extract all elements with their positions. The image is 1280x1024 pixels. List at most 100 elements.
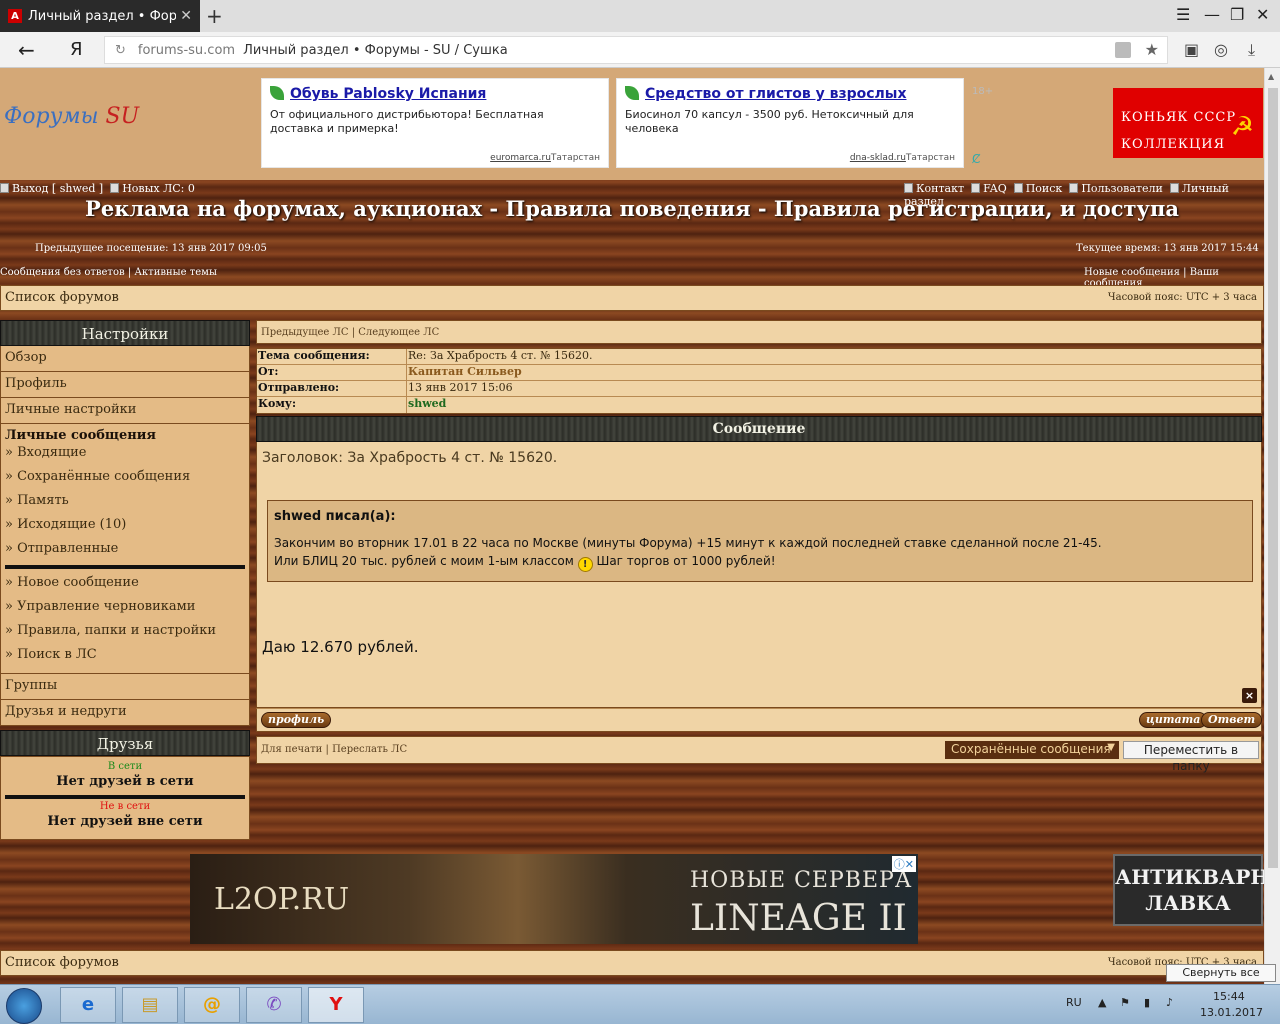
new-pm-link[interactable]: Новых ЛС: 0	[122, 182, 195, 195]
site-title[interactable]: Реклама на форумах, аукционах - Правила …	[0, 196, 1264, 221]
reply-button[interactable]: Ответ	[1201, 712, 1263, 728]
sidebar-item-profile[interactable]: Профиль	[0, 372, 250, 398]
language-indicator[interactable]: RU	[1066, 996, 1082, 1009]
yandex-browser-icon[interactable]: Y	[308, 987, 364, 1023]
menu-icon[interactable]: ☰	[1176, 5, 1190, 24]
print-link[interactable]: Для печати	[261, 744, 322, 755]
meta-date-value: 13 янв 2017 15:06	[408, 381, 513, 394]
divider	[5, 565, 245, 569]
quote-button[interactable]: цитата	[1139, 712, 1208, 728]
start-button[interactable]	[6, 988, 42, 1024]
clock-date[interactable]: 13.01.2017	[1200, 1006, 1263, 1019]
browser-tab[interactable]: A Личный раздел • Форумы ✕	[0, 0, 200, 32]
forum-list-link[interactable]: Список форумов	[5, 955, 119, 970]
pm-section: Личные сообщения » Входящие » Сохранённы…	[0, 424, 250, 674]
banner-logo: L2OP.RU	[214, 882, 350, 917]
network-icon[interactable]: ▮	[1144, 996, 1150, 1009]
minimize-icon[interactable]: —	[1204, 5, 1220, 24]
ad-source[interactable]: euromarca.ruТатарстан	[490, 153, 600, 163]
ad-close-icon[interactable]: ⓘ✕	[891, 856, 916, 872]
action-center-icon[interactable]: ⚑	[1120, 996, 1130, 1009]
separator: |	[351, 327, 356, 338]
sidebar-item-inbox[interactable]: » Входящие	[5, 443, 245, 467]
ad-block-2[interactable]: Средство от глистов у взрослых Биосинол …	[616, 78, 964, 168]
sidebar-item-memory[interactable]: » Память	[5, 491, 245, 515]
cognac-banner[interactable]: КОНЬЯК СССР КОЛЛЕКЦИЯ ☭	[1113, 88, 1263, 158]
url-field[interactable]: ↻ forums-su.com Личный раздел • Форумы -…	[104, 36, 1168, 64]
chevron-down-icon: ▼	[1107, 742, 1115, 753]
site-logo[interactable]: Форумы SU	[4, 104, 139, 129]
logout-icon	[0, 183, 9, 193]
restore-icon[interactable]: ❐	[1230, 5, 1244, 24]
quote-line-2: Или БЛИЦ 20 тыс. рублей с моим 1-ым клас…	[274, 554, 1246, 572]
forward-link[interactable]: Переслать ЛС	[332, 744, 407, 755]
bookmark-star-icon[interactable]: ★	[1145, 40, 1159, 59]
tray-expand-icon[interactable]: ▲	[1098, 996, 1106, 1009]
unanswered-link[interactable]: Сообщения без ответов	[0, 267, 125, 278]
sidebar-item-sent[interactable]: » Отправленные	[5, 539, 245, 563]
sidebar-item-pm-search[interactable]: » Поиск в ЛС	[5, 645, 245, 669]
ad-block-1[interactable]: Обувь Pablosky Испания От официального д…	[261, 78, 609, 168]
recipient-link[interactable]: shwed	[407, 397, 446, 413]
scrollbar[interactable]: ▲ ▼	[1264, 68, 1280, 984]
users-link[interactable]: Пользователи	[1081, 182, 1162, 195]
sidebar-item-outbox[interactable]: » Исходящие (10)	[5, 515, 245, 539]
move-to-folder-button[interactable]: Переместить в папку	[1123, 741, 1259, 773]
ie-icon[interactable]: e	[60, 987, 116, 1023]
sidebar-item-rules[interactable]: » Правила, папки и настройки	[5, 621, 245, 645]
active-topics-link[interactable]: Активные темы	[134, 267, 217, 278]
leaf-icon	[625, 86, 639, 100]
sidebar-item-drafts[interactable]: » Управление черновиками	[5, 597, 245, 621]
lock-icon[interactable]	[1115, 42, 1131, 58]
volume-icon[interactable]: ♪	[1166, 996, 1173, 1009]
antique-shop-banner[interactable]: АНТИКВАРНАЯ ЛАВКА	[1113, 854, 1264, 926]
explorer-folder-icon[interactable]: ▤	[122, 987, 178, 1023]
yandex-home-button[interactable]: Я	[70, 39, 83, 60]
sidebar-item-settings[interactable]: Личные настройки	[0, 398, 250, 424]
forum-list-link[interactable]: Список форумов	[5, 290, 119, 305]
faq-link[interactable]: FAQ	[983, 182, 1007, 195]
ad-source[interactable]: dna-sklad.ruТатарстан	[850, 153, 955, 163]
folder-select[interactable]: Сохранённые сообщения ▼	[945, 741, 1119, 759]
clock-time[interactable]: 15:44	[1213, 990, 1245, 1003]
search-link[interactable]: Поиск	[1026, 182, 1063, 195]
ad-title[interactable]: Средство от глистов у взрослых	[645, 86, 907, 102]
scroll-thumb[interactable]	[1268, 88, 1278, 868]
sidebar-item-overview[interactable]: Обзор	[0, 346, 250, 372]
close-window-icon[interactable]: ✕	[1256, 5, 1269, 24]
delete-icon[interactable]: ×	[1242, 688, 1257, 703]
user-links: Выход [ shwed ] Новых ЛС: 0	[0, 182, 195, 195]
next-pm-link[interactable]: Следующее ЛС	[358, 327, 439, 338]
prev-pm-link[interactable]: Предыдущее ЛС	[261, 327, 349, 338]
download-icon[interactable]: ⤓	[1248, 40, 1255, 60]
scroll-up-icon[interactable]: ▲	[1268, 72, 1274, 81]
ad-info-icon[interactable]: Ȼ	[972, 152, 980, 166]
message-subject: Заголовок: За Храбрость 4 ст. № 15620.	[262, 450, 558, 466]
screenshot-icon[interactable]: ▣	[1184, 40, 1199, 59]
mail-agent-icon[interactable]: @	[184, 987, 240, 1023]
users-icon	[1069, 183, 1079, 193]
separator: |	[127, 267, 132, 278]
lineage-banner[interactable]: L2OP.RU НОВЫЕ СЕРВЕРА LINEAGE II ⓘ✕	[190, 854, 918, 944]
new-tab-button[interactable]: +	[206, 4, 223, 28]
sender-link[interactable]: Капитан Сильвер	[407, 365, 522, 380]
close-tab-icon[interactable]: ✕	[180, 8, 192, 24]
sidebar-item-friends-foes[interactable]: Друзья и недруги	[0, 700, 250, 726]
sidebar-item-saved[interactable]: » Сохранённые сообщения	[5, 467, 245, 491]
sidebar-item-groups[interactable]: Группы	[0, 674, 250, 700]
new-posts-link[interactable]: Новые сообщения	[1084, 267, 1180, 278]
folder-select-value: Сохранённые сообщения	[951, 742, 1111, 756]
contact-link[interactable]: Контакт	[916, 182, 964, 195]
viber-icon[interactable]: ✆	[246, 987, 302, 1023]
contact-icon	[904, 183, 913, 193]
logout-link[interactable]: Выход [ shwed ]	[12, 182, 103, 195]
turbo-icon[interactable]: ◎	[1214, 40, 1228, 59]
reload-icon[interactable]: ↻	[115, 43, 126, 58]
pm-section-title[interactable]: Личные сообщения	[5, 428, 245, 443]
ad-title[interactable]: Обувь Pablosky Испания	[290, 86, 486, 102]
friends-panel: В сети Нет друзей в сети Не в сети Нет д…	[0, 756, 250, 840]
profile-button[interactable]: профиль	[261, 712, 332, 728]
message-header: Сообщение	[256, 416, 1262, 442]
back-arrow-icon[interactable]: ←	[18, 38, 35, 62]
sidebar-item-compose[interactable]: » Новое сообщение	[5, 573, 245, 597]
